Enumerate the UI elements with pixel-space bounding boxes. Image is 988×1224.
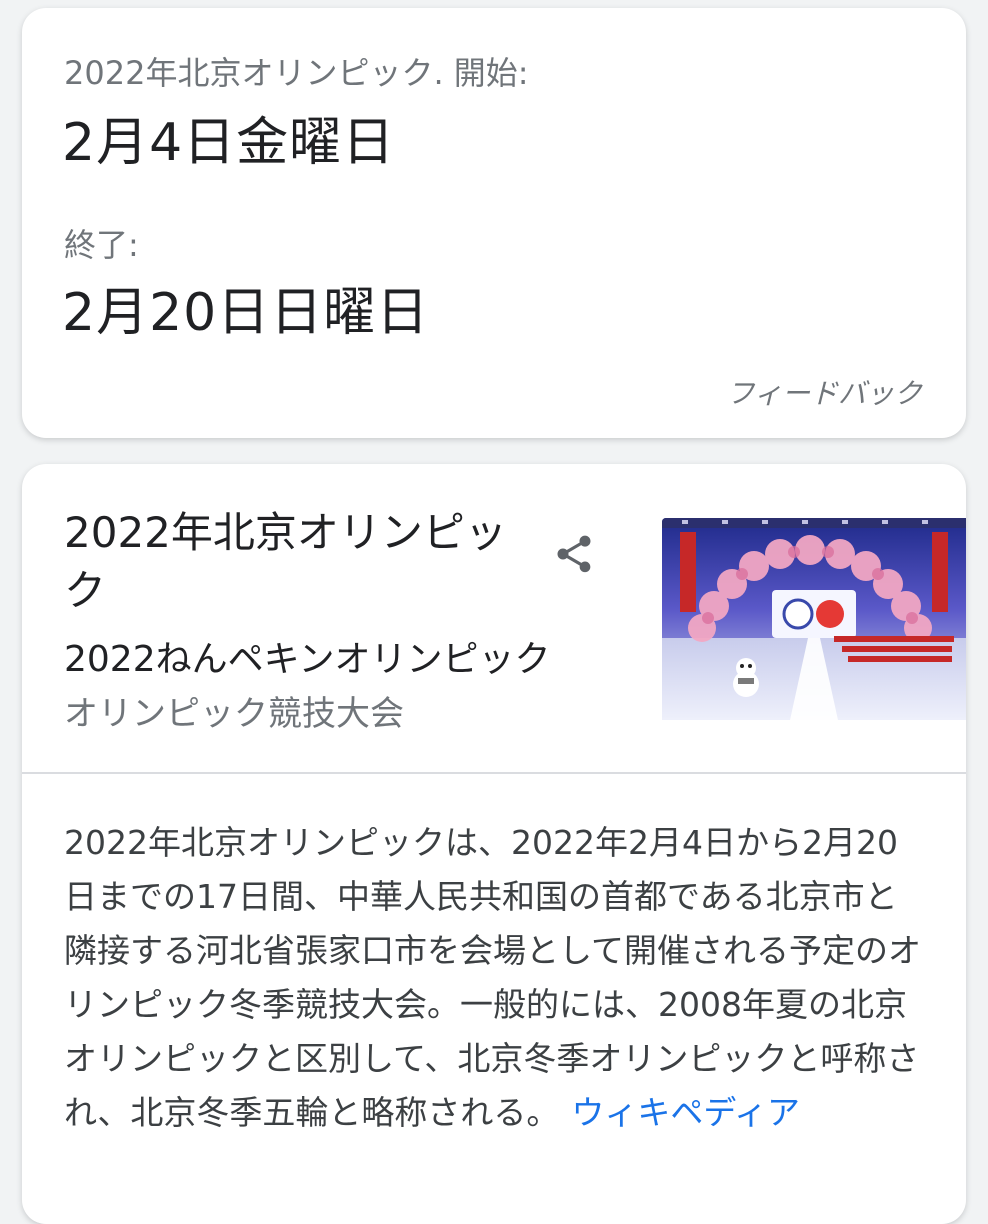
end-date: 2月20日日曜日: [62, 283, 430, 343]
end-label: 終了:: [64, 226, 139, 264]
kp-title: 2022年北京オリンピック: [64, 508, 507, 615]
kp-description: 2022年北京オリンピックは、2022年2月4日から2月20日までの17日間、中…: [64, 816, 924, 1140]
opening-ceremony-image[interactable]: [662, 518, 966, 720]
wikipedia-link[interactable]: ウィキペディア: [571, 1093, 800, 1132]
share-button[interactable]: [542, 522, 606, 586]
knowledge-panel-card: 2022年北京オリンピック 2022ねんペキンオリンピック オリンピック競技大会…: [22, 464, 966, 1224]
start-label: 2022年北京オリンピック. 開始:: [64, 54, 529, 92]
description-text: 2022年北京オリンピックは、2022年2月4日から2月20日までの17日間、中…: [64, 823, 922, 1132]
start-date: 2月4日金曜日: [62, 113, 396, 173]
kp-reading: 2022ねんペキンオリンピック: [64, 639, 551, 680]
kp-entity-type: オリンピック競技大会: [64, 694, 404, 734]
share-icon: [557, 535, 591, 573]
divider: [22, 772, 966, 774]
feedback-link[interactable]: フィードバック: [727, 372, 922, 412]
event-dates-card: 2022年北京オリンピック. 開始: 2月4日金曜日 終了: 2月20日日曜日 …: [22, 8, 966, 438]
